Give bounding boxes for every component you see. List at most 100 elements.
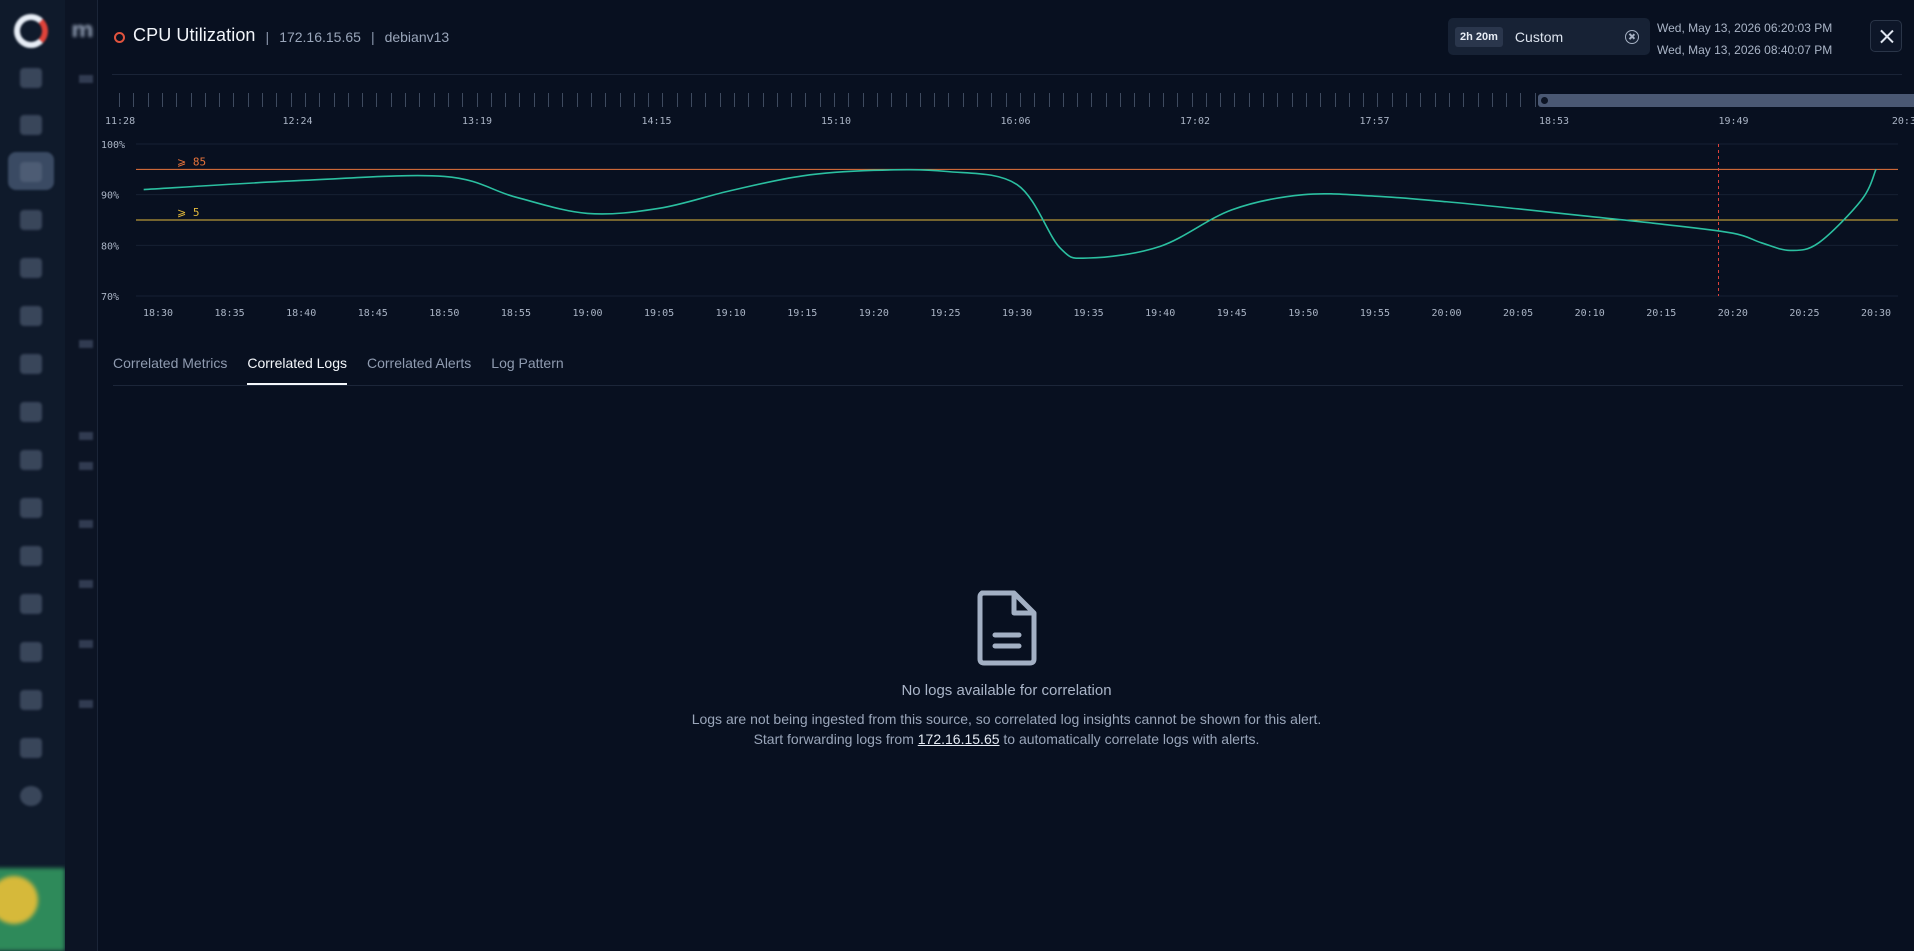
line2-prefix: Start forwarding logs from <box>753 731 914 747</box>
timeline-tick <box>1034 93 1036 107</box>
timeline-tick <box>390 93 392 107</box>
header-divider <box>112 74 1902 75</box>
timeline-tick <box>619 93 621 107</box>
timeline-tick <box>347 93 349 107</box>
timeline-navigator[interactable]: 11:28 12:24 13:19 14:15 15:10 16:06 17:02 17:57… <box>105 88 1914 128</box>
screen-icon <box>20 546 42 566</box>
tab-correlated-alerts[interactable]: Correlated Alerts <box>367 355 471 385</box>
timeline-tick <box>662 93 664 107</box>
x-axis-label: 20:05 <box>1503 308 1533 319</box>
tab-correlated-metrics[interactable]: Correlated Metrics <box>113 355 227 385</box>
empty-state-description: Logs are not being ingested from this so… <box>98 709 1914 749</box>
y-axis-label: 80% <box>101 241 119 252</box>
timeline-tick <box>419 93 421 107</box>
x-axis-label: 18:30 <box>143 308 173 319</box>
timeline-tick <box>1320 93 1322 107</box>
chart-icon <box>20 450 42 470</box>
settings-icon <box>20 786 42 806</box>
timeline-tick <box>1506 93 1508 107</box>
timeline-label: 11:28 <box>105 116 136 127</box>
timeline-tick <box>891 93 893 107</box>
close-button[interactable] <box>1870 20 1902 52</box>
timeline-tick <box>462 93 464 107</box>
x-axis-label: 20:20 <box>1718 308 1748 319</box>
timeline-tick <box>519 93 521 107</box>
timeline-tick <box>290 93 292 107</box>
timeline-tick <box>262 93 263 107</box>
timeline-tick <box>791 93 793 107</box>
timeline-tick <box>962 93 964 107</box>
timeline-tick <box>648 93 650 107</box>
x-axis-label: 19:50 <box>1288 308 1318 319</box>
cpu-chart: 100% 90% 80% 70% 18:30 18:35 18:40 18:45 18:50 18… <box>98 130 1914 330</box>
timeline-tick <box>505 93 507 107</box>
modal-header: CPU Utilization | 172.16.15.65 | debianv… <box>114 25 449 46</box>
timeline-tick <box>576 93 578 107</box>
x-axis-label: 19:40 <box>1145 308 1175 319</box>
timeline-tick <box>1234 93 1236 107</box>
timeline-tick <box>1148 93 1150 107</box>
clear-range-icon[interactable] <box>1625 30 1639 44</box>
duration-badge: 2h 20m <box>1455 26 1503 47</box>
timeline-tick <box>862 93 864 107</box>
timeline-tick <box>247 93 249 107</box>
timeline-tick <box>719 93 721 107</box>
x-axis-label: 20:25 <box>1789 308 1819 319</box>
timeline-tick <box>1520 93 1522 107</box>
timeline-tick <box>1420 93 1422 107</box>
tab-correlated-logs[interactable]: Correlated Logs <box>247 355 347 385</box>
timeline-tick <box>1305 93 1307 107</box>
document-icon <box>20 498 42 518</box>
tabs: Correlated Metrics Correlated Logs Corre… <box>113 355 584 385</box>
timeline-tick <box>919 93 921 107</box>
tab-log-pattern[interactable]: Log Pattern <box>491 355 563 385</box>
x-axis-label: 18:50 <box>429 308 459 319</box>
timeline-tick <box>733 93 735 107</box>
timeline-tick <box>1263 93 1264 107</box>
devices-icon <box>20 402 42 422</box>
report-icon <box>20 258 42 278</box>
timeline-tick <box>834 93 835 107</box>
timeline-tick <box>405 93 406 107</box>
x-axis-label: 18:35 <box>215 308 245 319</box>
timeline-tick <box>1406 93 1407 107</box>
timeline-label: 17:57 <box>1359 116 1390 127</box>
background-content-edge: m <box>65 0 97 951</box>
timeline-tick <box>490 93 492 107</box>
timeline-tick <box>633 93 635 107</box>
empty-state: No logs available for correlation Logs a… <box>98 590 1914 749</box>
x-axis-label: 19:15 <box>787 308 817 319</box>
timeline-tick <box>748 93 750 107</box>
timeline-tick <box>147 93 149 107</box>
brush-handle-left[interactable] <box>1541 97 1548 104</box>
y-axis-label: 100% <box>101 140 125 151</box>
header-separator: | <box>370 29 375 45</box>
cloud-icon <box>20 690 42 710</box>
end-date: Wed, May 13, 2026 08:40:07 PM <box>1657 43 1833 57</box>
timeline-tick <box>948 93 950 107</box>
monitor-icon <box>20 115 42 135</box>
empty-state-title: No logs available for correlation <box>901 682 1112 699</box>
timeline-tick <box>1177 93 1179 107</box>
timeline-tick <box>705 93 707 107</box>
timeline-label: 15:10 <box>820 116 852 127</box>
timeline-tick <box>433 93 435 107</box>
timeline-tick <box>1220 93 1222 107</box>
timeline-tick <box>476 93 478 107</box>
x-axis-label: 19:05 <box>644 308 674 319</box>
time-range-selector[interactable]: 2h 20m Custom <box>1448 18 1650 55</box>
source-ip-link[interactable]: 172.16.15.65 <box>918 731 1000 747</box>
timeline-brush[interactable] <box>1538 94 1914 107</box>
timeline-tick <box>1205 93 1207 107</box>
x-axis-label: 19:20 <box>859 308 889 319</box>
timeline-tick <box>1134 93 1136 107</box>
network-icon <box>20 354 42 374</box>
date-range: Wed, May 13, 2026 06:20:03 PM Wed, May 1… <box>1657 17 1832 61</box>
timeline-label: 14:15 <box>641 116 672 127</box>
timeline-tick <box>1334 93 1336 107</box>
file-icon <box>20 738 42 758</box>
timeline-tick <box>233 93 235 107</box>
timeline-tick <box>190 93 192 107</box>
timeline-tick <box>319 93 321 107</box>
timeline-tick <box>977 93 978 107</box>
